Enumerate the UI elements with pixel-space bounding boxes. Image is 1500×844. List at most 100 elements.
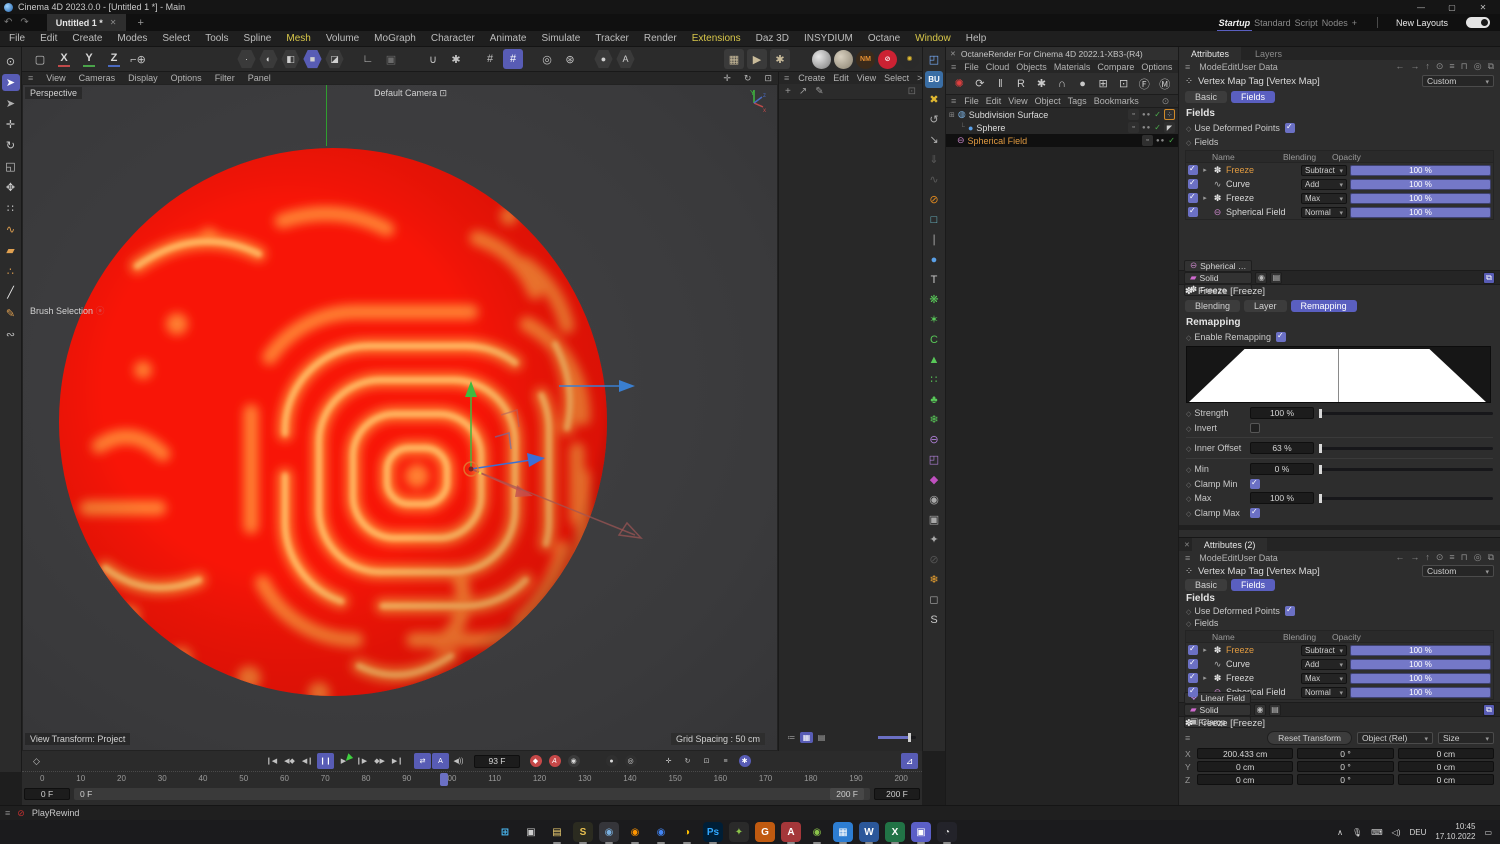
om-menu-object[interactable]: Object: [1035, 96, 1061, 106]
search-icon[interactable]: ⊙: [1436, 552, 1444, 563]
prev-key-button[interactable]: ◀◆: [281, 753, 298, 769]
field-name[interactable]: Freeze: [1226, 165, 1298, 175]
pane-view-icon[interactable]: ▤: [815, 732, 828, 743]
field-row[interactable]: ▸ ✽ Freeze Max 100 %: [1186, 191, 1493, 205]
mushroom-icon[interactable]: ♣: [925, 391, 943, 408]
octane-lock-icon[interactable]: ∩: [1054, 75, 1071, 92]
field-row[interactable]: ∿ Curve Add 100 %: [1186, 177, 1493, 191]
min-value[interactable]: 0 %: [1250, 463, 1314, 475]
field-blending-dropdown[interactable]: Normal: [1301, 206, 1347, 218]
explorer-button[interactable]: ▤: [547, 822, 567, 844]
next-frame-button[interactable]: ❙▶: [353, 753, 370, 769]
attr-menu-mode[interactable]: Mode: [1199, 62, 1222, 72]
audacity-button[interactable]: ◑: [677, 822, 697, 844]
taskview-button[interactable]: ▣: [521, 822, 541, 842]
st-globe-icon[interactable]: ◉: [925, 491, 943, 508]
field-expand-arrow[interactable]: ▸: [1201, 194, 1209, 202]
forbid-material-icon[interactable]: ⊘: [878, 49, 897, 69]
invert-checkbox[interactable]: [1250, 423, 1260, 433]
text-tool-icon[interactable]: T: [925, 271, 943, 288]
octane-ball-icon[interactable]: ●: [1074, 75, 1091, 92]
viewport-perspective-label[interactable]: Perspective: [25, 87, 83, 99]
scale-tool-icon[interactable]: ◱: [2, 158, 20, 175]
render-in-picture-viewer-button[interactable]: ▶: [747, 49, 767, 69]
octane-material-icon[interactable]: Ⓜ: [1156, 75, 1173, 92]
cinema4d-button[interactable]: ◉: [599, 822, 619, 844]
mid-menu-create[interactable]: Create: [798, 73, 825, 83]
layer-chip[interactable]: ▫: [1142, 135, 1154, 146]
notification-icon[interactable]: ▭: [1484, 828, 1492, 837]
record-gap2[interactable]: [641, 753, 658, 769]
attr-menu-userdata[interactable]: User Data: [1237, 62, 1278, 72]
octane-yellow-icon[interactable]: ✺: [900, 49, 919, 69]
field-row[interactable]: ▸ ✽ Freeze Max 100 %: [1186, 671, 1493, 685]
field-blending-dropdown[interactable]: Add: [1301, 658, 1347, 670]
coordinate-system-icon[interactable]: ⌐⊕: [128, 49, 148, 69]
loop-button[interactable]: ⇄: [414, 753, 431, 769]
rectangle-spline-icon[interactable]: □: [925, 211, 943, 228]
popout-icon[interactable]: ⧉: [1488, 61, 1494, 72]
field-row[interactable]: ▸ ✽ Freeze Subtract 100 %: [1186, 163, 1493, 177]
field-enabled-checkbox[interactable]: [1188, 658, 1198, 669]
rotation-field[interactable]: 0 °: [1297, 761, 1394, 772]
field-opacity-bar[interactable]: 100 %: [1350, 164, 1491, 176]
workplane-icon[interactable]: ◰: [925, 51, 943, 68]
preset-dropdown[interactable]: Custom: [1422, 75, 1494, 87]
pause-button[interactable]: ❙❙: [317, 753, 334, 769]
field-enabled-checkbox[interactable]: [1188, 192, 1198, 203]
list-view-icon[interactable]: ≔: [785, 732, 798, 743]
material-ball2-icon[interactable]: [834, 49, 853, 69]
menu-animate[interactable]: Animate: [490, 33, 527, 44]
inner-offset-slider[interactable]: [1320, 446, 1493, 450]
transfer-tool-icon[interactable]: ✥: [2, 179, 20, 196]
menu-window[interactable]: Window: [915, 33, 951, 44]
menu-extensions[interactable]: Extensions: [692, 33, 741, 44]
range-start-field[interactable]: 0 F: [24, 788, 70, 800]
microphone-icon[interactable]: 🎙: [1352, 828, 1362, 837]
utility-button[interactable]: ✦: [729, 822, 749, 842]
record-rotation-button[interactable]: ↻: [679, 753, 696, 769]
strength-value[interactable]: 100 %: [1250, 407, 1314, 419]
maximize-button[interactable]: ▢: [1439, 0, 1465, 14]
menu-spline[interactable]: Spline: [244, 33, 272, 44]
vertex-map-tag-icon[interactable]: ⁘: [1164, 109, 1175, 120]
field-opacity-bar[interactable]: 100 %: [1350, 644, 1491, 656]
attr2-menu-edit[interactable]: Edit: [1222, 553, 1238, 563]
attr2-hamburger-icon[interactable]: ≡: [1185, 553, 1190, 563]
position-field[interactable]: 0 cm: [1197, 761, 1294, 772]
mid-menu-edit[interactable]: Edit: [833, 73, 849, 83]
menu-volume[interactable]: Volume: [326, 33, 359, 44]
range-end-field[interactable]: 200 F: [874, 788, 920, 800]
breadcrumb-target-icon[interactable]: ◉: [1254, 703, 1267, 716]
edges-mode-button[interactable]: ◐: [259, 49, 278, 69]
vp-menu-filter[interactable]: Filter: [215, 73, 235, 83]
teams-button[interactable]: ▣: [911, 822, 931, 844]
character-icon[interactable]: ✶: [925, 311, 943, 328]
live-selection-tool-icon[interactable]: ➤: [1, 74, 20, 91]
reset-transform-button[interactable]: Reset Transform: [1267, 731, 1352, 745]
record-position-button[interactable]: ✛: [660, 753, 677, 769]
size-dropdown[interactable]: Size: [1438, 732, 1494, 744]
coordinate-mode-dropdown[interactable]: Object (Rel): [1357, 732, 1433, 744]
target-icon[interactable]: ◎: [537, 49, 557, 69]
rotate-tool-icon[interactable]: ↻: [2, 137, 20, 154]
layer-chip[interactable]: ▫: [1128, 109, 1140, 120]
menu-tracker[interactable]: Tracker: [595, 33, 629, 44]
field-blending-dropdown[interactable]: Normal: [1301, 686, 1347, 698]
snowflake-green-icon[interactable]: ❄: [925, 411, 943, 428]
excel-button[interactable]: X: [885, 822, 905, 844]
field-row[interactable]: ▸ ✽ Freeze Subtract 100 %: [1186, 643, 1493, 657]
octane-hamburger-icon[interactable]: ≡: [951, 62, 956, 72]
layout-tab-nodes[interactable]: Nodes: [1320, 16, 1350, 30]
undo-icon[interactable]: ↶: [4, 17, 12, 28]
pan-view-icon[interactable]: ✛: [723, 73, 731, 84]
clamp-min-checkbox[interactable]: [1250, 478, 1260, 489]
vp-menu-panel[interactable]: Panel: [248, 73, 271, 83]
sphere-primitive-icon[interactable]: ●: [925, 251, 943, 268]
timeline-graph-button[interactable]: ⊿: [901, 753, 918, 769]
filter-icon[interactable]: ≡: [1449, 61, 1454, 72]
octane-pause-icon[interactable]: ‖: [992, 75, 1009, 92]
crumb-spherical-field[interactable]: ⊖ Spherical …: [1184, 259, 1253, 272]
viewport-canvas[interactable]: Perspective Default Camera ⊡ Y x z Brush…: [22, 84, 778, 751]
up-icon[interactable]: ↑: [1425, 61, 1430, 72]
